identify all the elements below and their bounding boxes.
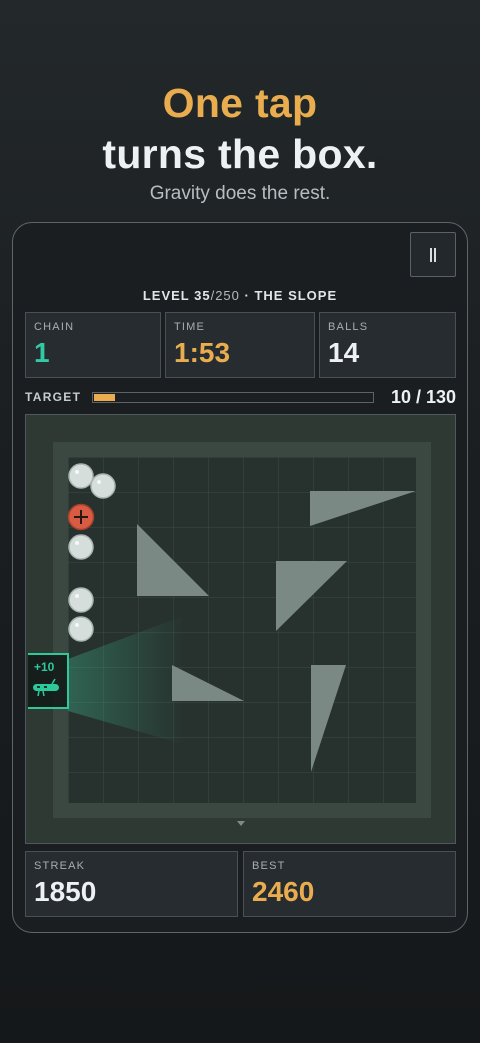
- streak-card: STREAK 1850: [25, 851, 238, 917]
- game-panel: LEVEL 35/250 · THE SLOPE CHAIN 1 TIME 1:…: [12, 222, 468, 933]
- target-progress-fill: [94, 394, 115, 401]
- stat-value: 1:53: [174, 337, 231, 368]
- level-number: 35: [194, 288, 211, 303]
- level-title: LEVEL 35/250 · THE SLOPE: [13, 288, 467, 303]
- ball: [90, 473, 116, 499]
- streak-value: 1850: [34, 876, 97, 907]
- best-label: BEST: [252, 860, 286, 872]
- exit-bonus: +10: [34, 660, 55, 674]
- creature-icon: [33, 678, 59, 697]
- game-board-graphics: [26, 415, 455, 843]
- level-total: /250: [210, 288, 240, 303]
- stat-label: BALLS: [328, 321, 369, 333]
- game-board[interactable]: +10: [25, 414, 456, 844]
- exit-goal[interactable]: +10: [28, 653, 69, 709]
- stat-time: TIME 1:53: [165, 312, 315, 378]
- stat-balls: BALLS 14: [319, 312, 456, 378]
- target-label: TARGET: [25, 390, 82, 404]
- box-grid: [68, 457, 416, 803]
- stat-label: CHAIN: [34, 321, 75, 333]
- stat-label: TIME: [174, 321, 206, 333]
- hero-headline: turns the box.: [102, 131, 378, 177]
- ball: [68, 463, 94, 489]
- bomb-ball: [67, 503, 95, 531]
- stat-chain: CHAIN 1: [25, 312, 161, 378]
- pause-button[interactable]: [410, 232, 456, 277]
- ball: [68, 616, 94, 642]
- hero-headline-accent: One tap: [162, 80, 318, 126]
- target-progress: TARGET 10 / 130: [25, 385, 456, 409]
- stat-value: 1: [34, 337, 50, 368]
- ball: [68, 587, 94, 613]
- best-card: BEST 2460: [243, 851, 456, 917]
- target-count: 10 / 130: [390, 387, 456, 407]
- stat-value: 14: [328, 337, 360, 368]
- pause-icon: [430, 247, 436, 262]
- streak-label: STREAK: [34, 860, 86, 872]
- ball: [68, 534, 94, 560]
- best-value: 2460: [252, 876, 315, 907]
- target-progress-bar: [92, 392, 374, 403]
- level-name: · THE SLOPE: [239, 288, 338, 303]
- hero-subtitle: Gravity does the rest.: [149, 183, 331, 204]
- level-prefix: LEVEL: [142, 288, 195, 303]
